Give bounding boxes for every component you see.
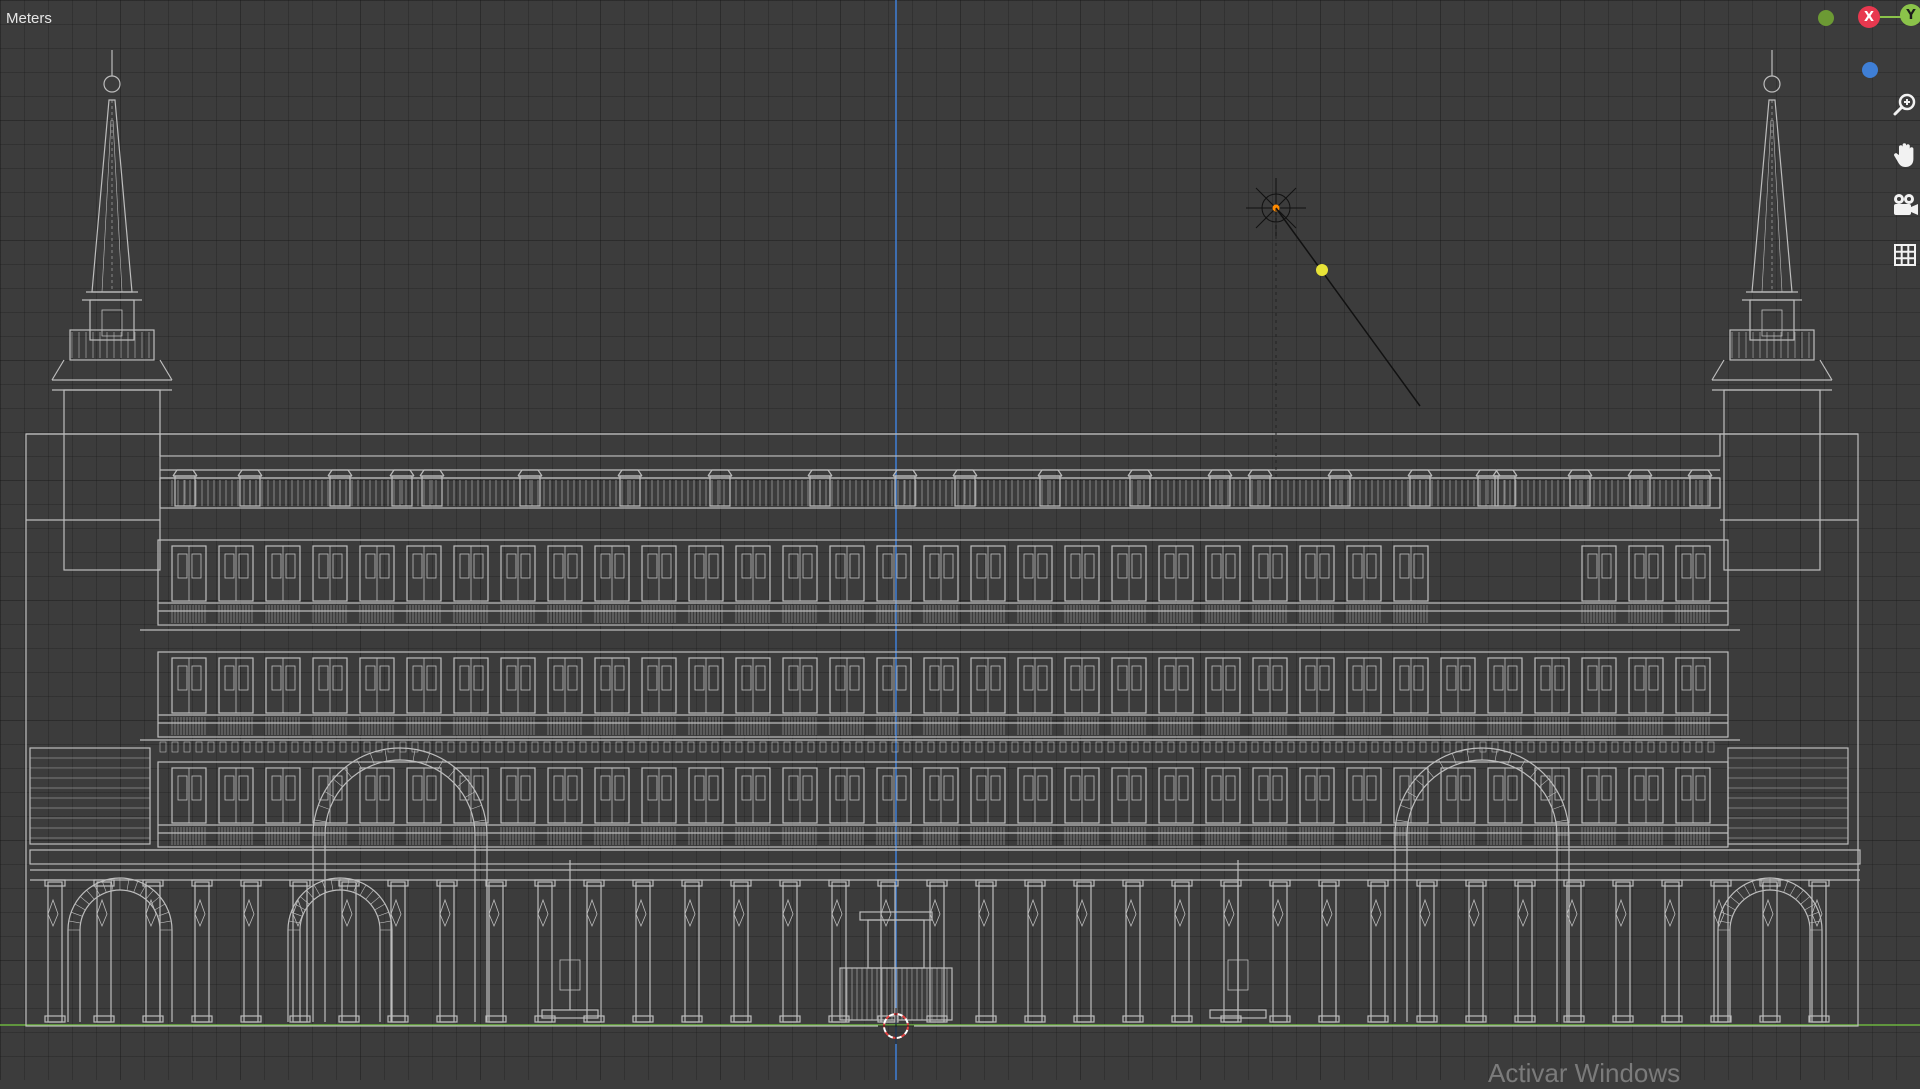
zoom-icon (1893, 93, 1916, 116)
navigation-toolbar (1890, 88, 1920, 288)
gizmo-y-axis[interactable]: Y (1900, 4, 1920, 26)
camera-view-button[interactable] (1890, 188, 1920, 222)
zoom-button[interactable] (1890, 88, 1920, 122)
pan-button[interactable] (1890, 138, 1920, 172)
gizmo-z-dot[interactable] (1862, 62, 1878, 78)
3d-viewport[interactable]: Meters X Y Activar Windows (0, 0, 1920, 1088)
grid-toggle-icon (1894, 244, 1916, 266)
3d-cursor[interactable] (878, 1008, 914, 1044)
gizmo-x-label: X (1863, 9, 1875, 25)
wireframe-scene[interactable] (0, 0, 1920, 1080)
camera-icon (1894, 194, 1918, 215)
windows-activation-watermark: Activar Windows (1488, 1058, 1681, 1088)
gizmo-neg-y-dot[interactable] (1818, 10, 1834, 26)
gizmo-y-label: Y (1906, 7, 1916, 23)
sun-lamp[interactable] (1246, 178, 1421, 480)
pan-hand-icon (1894, 143, 1914, 167)
ortho-toggle-button[interactable] (1890, 238, 1920, 272)
gizmo-x-axis[interactable]: X (1858, 6, 1880, 28)
building-wireframe (25, 50, 1861, 1027)
